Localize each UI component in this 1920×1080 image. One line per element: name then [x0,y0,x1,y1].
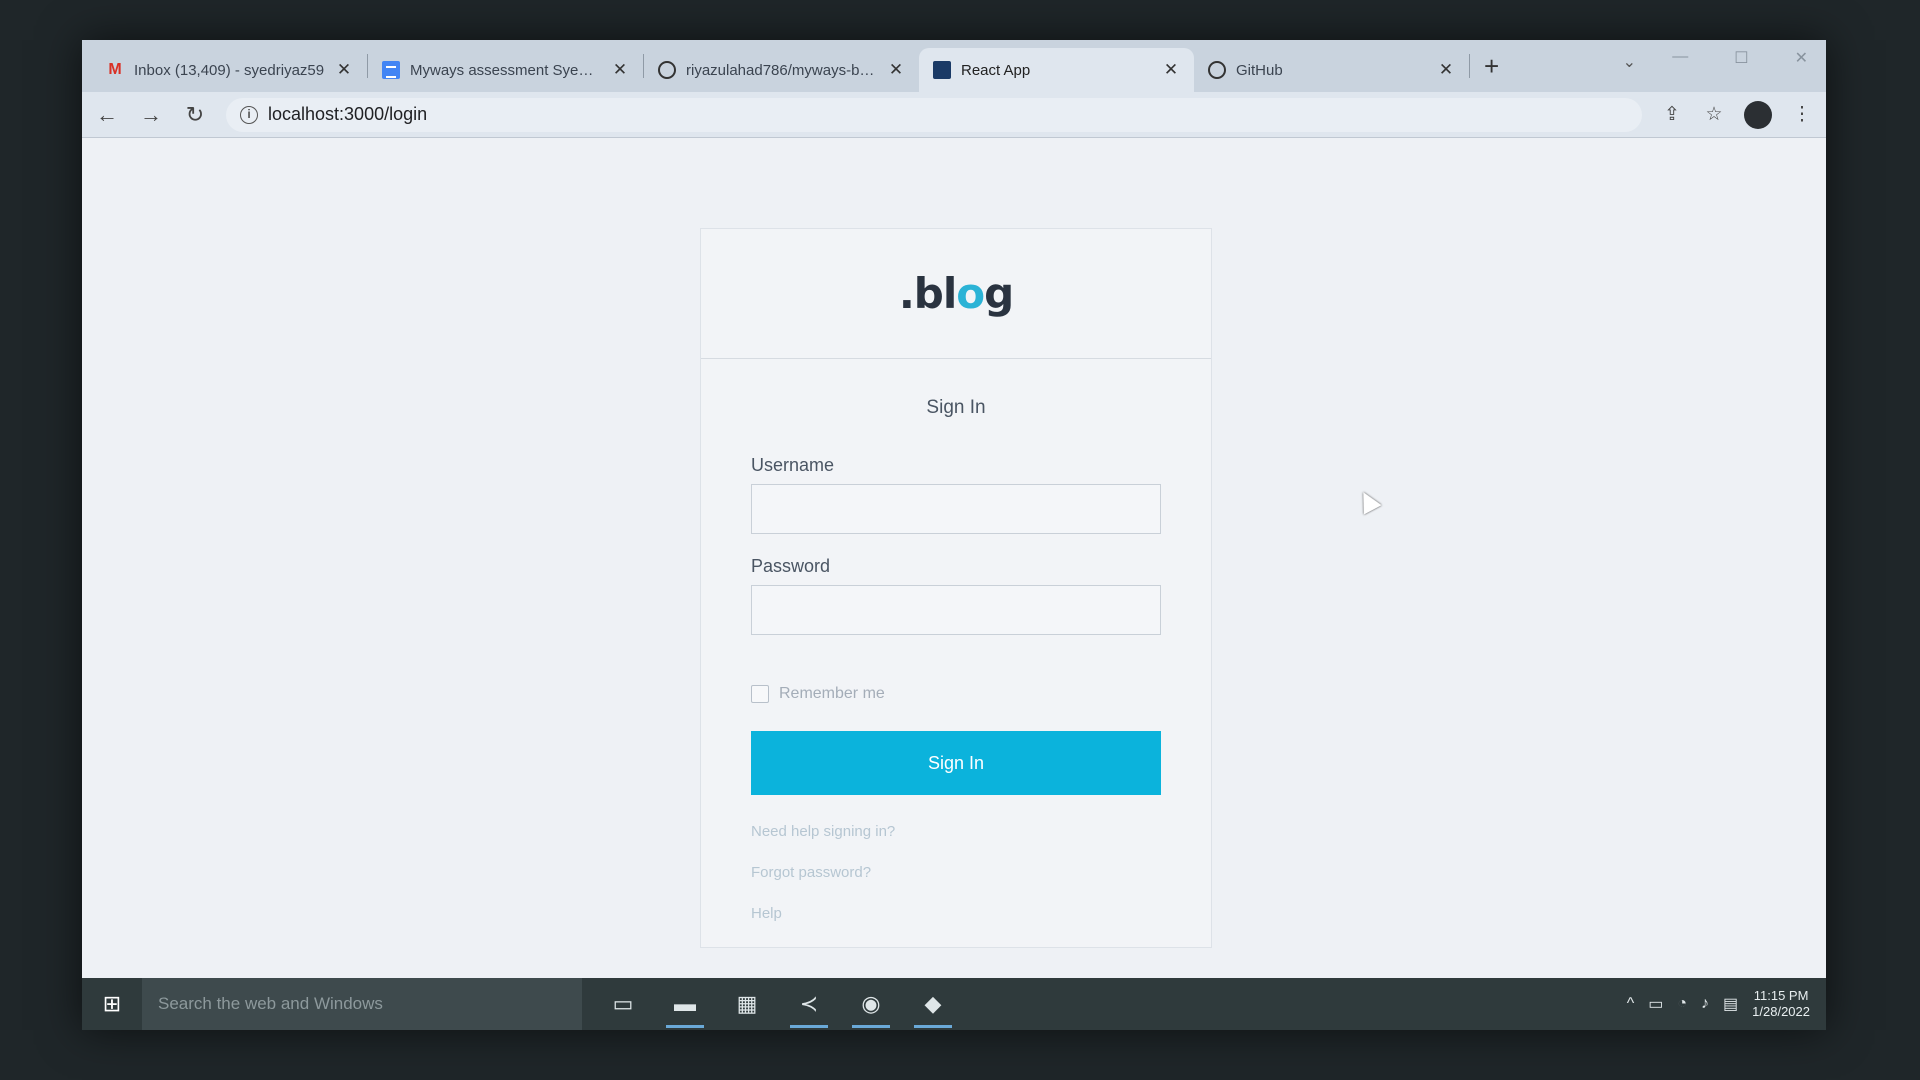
tab-title: GitHub [1236,61,1283,79]
windows-start-icon[interactable]: ⊞ [82,978,142,1030]
site-info-icon[interactable]: i [240,105,258,124]
gmail-icon: M [108,61,122,78]
action-center-icon[interactable]: ▤ [1723,994,1738,1014]
remember-me-label[interactable]: Remember me [779,685,885,703]
taskbar: ⊞ Search the web and Windows ▭ ▬ ▦ ≺ ◉ ◆… [82,978,1826,1030]
reload-icon[interactable]: ↻ [182,102,208,128]
username-label: Username [751,455,835,475]
password-label: Password [751,556,831,576]
close-window-icon[interactable]: ✕ [1795,48,1808,68]
login-form: Sign In Username Password Remember me Si… [701,359,1211,922]
mouse-cursor-icon [1354,487,1382,515]
github-icon [1208,61,1226,79]
close-icon[interactable]: ✕ [611,60,629,80]
clock-date: 1/28/2022 [1752,1004,1810,1019]
close-icon[interactable]: ✕ [887,60,905,80]
tab-github[interactable]: GitHub ✕ [1194,48,1469,92]
taskbar-search-input[interactable]: Search the web and Windows [142,978,582,1030]
new-tab-button[interactable]: + [1484,51,1499,82]
forgot-password-link[interactable]: Forgot password? [751,864,1161,881]
remember-me-checkbox[interactable] [751,685,769,703]
wifi-icon[interactable]: ◔ [1677,995,1687,1013]
remember-me-row[interactable]: Remember me [751,685,1161,703]
logo-o: o [956,269,985,318]
logo-suffix: g [984,269,1014,318]
taskbar-apps: ▭ ▬ ▦ ≺ ◉ ◆ [592,978,964,1030]
battery-icon[interactable]: ▭ [1648,994,1663,1014]
close-icon[interactable]: ✕ [1437,60,1455,80]
browser-toolbar: ← → ↻ i localhost:3000/login ⇪ ☆ ⋮ [82,92,1826,138]
tab-title: Myways assessment Syed Riy [410,61,601,79]
tab-github-repo[interactable]: riyazulahad786/myways-blog ✕ [644,48,919,92]
file-explorer-icon[interactable]: ▬ [654,978,716,1030]
page-title: Sign In [926,397,986,418]
system-tray: ^ ▭ ◔ ♪ ▤ 11:15 PM 1/28/2022 [1627,988,1826,1020]
menu-kebab-icon[interactable]: ⋮ [1790,103,1814,126]
clock[interactable]: 11:15 PM 1/28/2022 [1752,988,1810,1020]
tab-title: riyazulahad786/myways-blog [686,61,877,79]
need-help-link[interactable]: Need help signing in? [751,823,1161,840]
password-input[interactable] [751,585,1161,635]
volume-icon[interactable]: ♪ [1701,995,1709,1013]
tab-title: Inbox (13,409) - syedriyaz59 [134,61,325,79]
clock-time: 11:15 PM [1753,988,1809,1003]
task-view-icon[interactable]: ▭ [592,978,654,1030]
logo-prefix: .bl [898,269,957,318]
store-icon[interactable]: ▦ [716,978,778,1030]
tab-docs[interactable]: Myways assessment Syed Riy ✕ [368,48,643,92]
vscode-icon[interactable]: ≺ [778,978,840,1030]
minimize-icon[interactable]: — [1672,48,1688,68]
sign-in-button[interactable]: Sign In [751,731,1161,795]
share-icon[interactable]: ⇪ [1660,103,1684,126]
window-controls: — ☐ ✕ [1672,48,1808,68]
tab-search-icon[interactable]: ⌄ [1623,52,1636,72]
help-links: Need help signing in? Forgot password? H… [751,823,1161,922]
login-card: .blog Sign In Username Password Remember… [700,228,1212,948]
tab-gmail[interactable]: M Inbox (13,409) - syedriyaz59 ✕ [92,48,367,92]
tab-react-app[interactable]: React App ✕ [919,48,1194,92]
maximize-icon[interactable]: ☐ [1734,48,1748,68]
react-app-icon [933,61,951,79]
tab-strip: M Inbox (13,409) - syedriyaz59 ✕ Myways … [82,40,1826,92]
page-viewport: .blog Sign In Username Password Remember… [82,138,1826,978]
url-text: localhost:3000/login [268,104,428,124]
close-icon[interactable]: ✕ [335,60,353,80]
blog-logo: .blog [898,269,1014,318]
forward-icon[interactable]: → [138,102,164,128]
card-header: .blog [701,229,1211,359]
tray-chevron-icon[interactable]: ^ [1627,995,1635,1013]
chrome-icon[interactable]: ◉ [840,978,902,1030]
docs-icon [382,61,400,79]
git-icon[interactable]: ◆ [902,978,964,1030]
close-icon[interactable]: ✕ [1162,60,1180,80]
profile-avatar[interactable] [1744,100,1772,129]
tab-title: React App [961,61,1031,79]
tab-separator [1469,54,1470,78]
github-icon [658,61,676,79]
address-bar[interactable]: i localhost:3000/login [226,97,1642,132]
bookmark-star-icon[interactable]: ☆ [1702,103,1726,126]
monitor-screen: M Inbox (13,409) - syedriyaz59 ✕ Myways … [82,40,1826,1030]
back-icon[interactable]: ← [94,102,120,128]
username-input[interactable] [751,484,1161,534]
help-link[interactable]: Help [751,905,1161,922]
